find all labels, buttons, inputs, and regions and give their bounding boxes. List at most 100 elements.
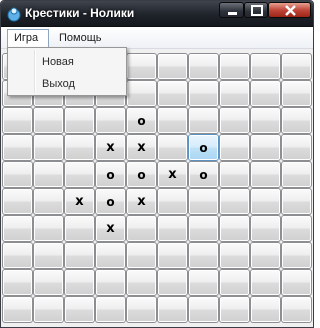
board-cell[interactable]	[250, 215, 281, 242]
menu-item-exit[interactable]: Выход	[42, 78, 75, 90]
board-cell[interactable]	[2, 296, 33, 323]
maximize-button[interactable]	[244, 2, 268, 18]
board-cell[interactable]	[2, 242, 33, 269]
board-cell[interactable]	[281, 215, 312, 242]
board-cell[interactable]	[33, 188, 64, 215]
board-cell[interactable]	[281, 161, 312, 188]
board-cell[interactable]	[2, 269, 33, 296]
board-cell[interactable]	[250, 296, 281, 323]
board-cell[interactable]	[126, 296, 157, 323]
minimize-button[interactable]	[219, 2, 244, 18]
menu-game[interactable]: Игра	[7, 29, 49, 49]
board-cell[interactable]	[126, 80, 157, 107]
board-cell[interactable]: o	[126, 107, 157, 134]
board-cell[interactable]	[219, 242, 250, 269]
board-cell[interactable]	[95, 269, 126, 296]
board-cell[interactable]	[64, 107, 95, 134]
board-cell[interactable]	[219, 107, 250, 134]
board-cell[interactable]	[219, 134, 250, 161]
board-cell[interactable]	[126, 215, 157, 242]
board-cell[interactable]	[281, 107, 312, 134]
board-cell[interactable]	[157, 242, 188, 269]
board-cell[interactable]	[250, 188, 281, 215]
board-cell[interactable]	[250, 53, 281, 80]
board-cell[interactable]	[281, 134, 312, 161]
board-cell[interactable]	[2, 188, 33, 215]
board-cell[interactable]	[188, 296, 219, 323]
board-cell[interactable]	[157, 134, 188, 161]
board-cell[interactable]	[281, 269, 312, 296]
board-cell[interactable]	[219, 296, 250, 323]
board-cell[interactable]	[2, 215, 33, 242]
board-cell[interactable]: x	[157, 161, 188, 188]
board-cell[interactable]	[188, 269, 219, 296]
board-cell[interactable]	[157, 80, 188, 107]
board-cell[interactable]	[2, 161, 33, 188]
board-cell[interactable]	[281, 242, 312, 269]
close-button[interactable]	[268, 2, 311, 18]
board-cell[interactable]	[64, 134, 95, 161]
board-cell[interactable]	[126, 242, 157, 269]
menu-help[interactable]: Помощь	[53, 30, 108, 47]
board-cell[interactable]	[219, 188, 250, 215]
board-cell[interactable]	[188, 80, 219, 107]
board-cell[interactable]	[95, 296, 126, 323]
board-cell[interactable]	[281, 80, 312, 107]
tic-tac-toe-app-icon[interactable]	[6, 6, 22, 22]
board-cell[interactable]	[219, 80, 250, 107]
board-cell[interactable]	[126, 53, 157, 80]
board-cell[interactable]	[188, 107, 219, 134]
board-cell[interactable]	[250, 242, 281, 269]
board-cell[interactable]	[281, 188, 312, 215]
board-cell[interactable]	[188, 188, 219, 215]
board-cell[interactable]	[157, 296, 188, 323]
board-cell[interactable]	[157, 188, 188, 215]
board-cell[interactable]	[250, 107, 281, 134]
board-cell[interactable]	[126, 269, 157, 296]
board-cell[interactable]	[95, 107, 126, 134]
board-cell[interactable]	[64, 269, 95, 296]
title-bar[interactable]: Крестики - Нолики	[1, 1, 313, 27]
board-cell[interactable]	[250, 269, 281, 296]
board-cell[interactable]	[281, 296, 312, 323]
board-cell[interactable]	[33, 215, 64, 242]
board-cell[interactable]	[188, 215, 219, 242]
board-cell[interactable]: x	[64, 188, 95, 215]
board-cell[interactable]	[188, 242, 219, 269]
board-cell[interactable]	[33, 107, 64, 134]
board-cell[interactable]: x	[126, 134, 157, 161]
board-cell[interactable]	[219, 215, 250, 242]
menu-item-new-game[interactable]: Новая	[42, 56, 74, 68]
board-cell[interactable]	[33, 161, 64, 188]
board-cell[interactable]	[64, 161, 95, 188]
board-cell[interactable]	[33, 269, 64, 296]
board-cell[interactable]: x	[126, 188, 157, 215]
board-cell[interactable]: o	[188, 161, 219, 188]
board-cell[interactable]: o	[95, 161, 126, 188]
board-cell[interactable]	[157, 53, 188, 80]
board-cell[interactable]	[250, 80, 281, 107]
board-cell[interactable]: x	[95, 134, 126, 161]
board-cell[interactable]	[281, 53, 312, 80]
board-cell[interactable]: o	[126, 161, 157, 188]
board-cell[interactable]	[219, 53, 250, 80]
board-cell[interactable]	[250, 134, 281, 161]
board-cell[interactable]	[33, 296, 64, 323]
board-cell[interactable]	[157, 215, 188, 242]
board-cell[interactable]	[157, 107, 188, 134]
board-cell[interactable]	[33, 134, 64, 161]
board-cell[interactable]	[64, 296, 95, 323]
board-cell[interactable]	[157, 269, 188, 296]
board-cell[interactable]	[64, 215, 95, 242]
board-cell[interactable]	[95, 242, 126, 269]
board-cell[interactable]	[2, 107, 33, 134]
board-cell[interactable]	[250, 161, 281, 188]
board-cell[interactable]: x	[95, 215, 126, 242]
board-cell[interactable]	[188, 53, 219, 80]
board-cell[interactable]	[33, 242, 64, 269]
board-cell[interactable]	[2, 134, 33, 161]
board-cell[interactable]	[219, 269, 250, 296]
board-cell[interactable]	[64, 242, 95, 269]
board-cell[interactable]: o	[188, 134, 219, 161]
board-cell[interactable]	[219, 161, 250, 188]
